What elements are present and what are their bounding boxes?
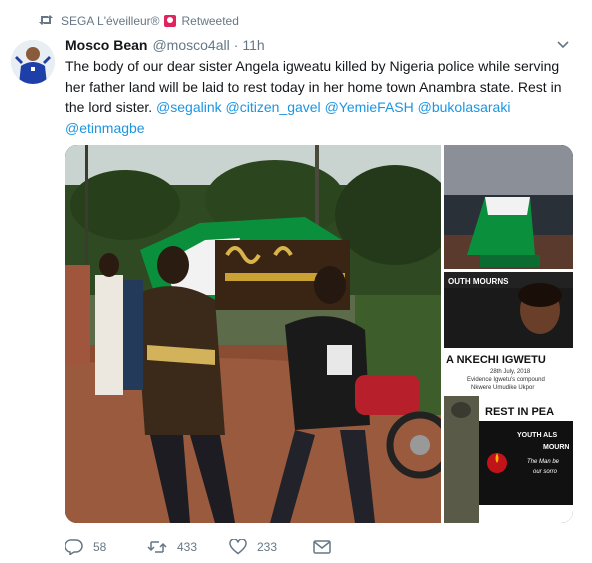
author-handle[interactable]: @mosco4all bbox=[152, 37, 229, 53]
poster2-title: REST IN PEA bbox=[485, 406, 554, 418]
retweet-icon bbox=[39, 14, 53, 29]
mention-link[interactable]: @YemieFASH bbox=[325, 99, 414, 115]
mention-link[interactable]: @bukolasaraki bbox=[418, 99, 511, 115]
mention-link[interactable]: @etinmagbe bbox=[65, 120, 145, 136]
media-grid[interactable]: OUTH MOURNS A NKECHI IGWETU 28th July, 2… bbox=[65, 145, 573, 523]
like-count: 233 bbox=[257, 540, 278, 554]
retweet-icon bbox=[147, 541, 167, 553]
envelope-icon bbox=[313, 540, 331, 554]
poster2-line4: our sorro bbox=[533, 469, 558, 475]
avatar[interactable] bbox=[11, 40, 55, 84]
reply-icon bbox=[65, 539, 83, 555]
reply-count: 58 bbox=[93, 540, 107, 554]
direct-message-button[interactable] bbox=[313, 540, 341, 554]
timestamp[interactable]: 11h bbox=[242, 37, 264, 53]
mention-link[interactable]: @segalink bbox=[156, 99, 222, 115]
like-button[interactable]: 233 bbox=[229, 539, 313, 555]
poster2-line1: YOUTH ALS bbox=[517, 432, 558, 439]
poster-venue-1: Evidence Igwetu's compound bbox=[467, 377, 545, 383]
retweet-count: 433 bbox=[177, 540, 198, 554]
poster2-footer: REST IN PEA bbox=[489, 508, 552, 519]
mention-link[interactable]: @citizen_gavel bbox=[226, 99, 321, 115]
heart-icon bbox=[229, 539, 247, 555]
poster-rest-in-peace[interactable]: REST IN PEA YOUTH ALS MOURN The Man be o… bbox=[444, 396, 573, 523]
alarm-badge-icon bbox=[163, 15, 176, 27]
retweet-button[interactable]: 433 bbox=[147, 539, 229, 555]
poster-memorial[interactable]: OUTH MOURNS A NKECHI IGWETU 28th July, 2… bbox=[444, 272, 573, 393]
tweet-actions: 58 433 233 bbox=[65, 536, 341, 558]
poster-name: A NKECHI IGWETU bbox=[446, 354, 546, 366]
retweeted-label: Retweeted bbox=[181, 14, 239, 28]
poster-venue-2: Nkwere Umudike Ukpor bbox=[471, 385, 534, 391]
photo-draped-coffin[interactable] bbox=[444, 145, 573, 269]
chevron-down-icon[interactable] bbox=[556, 38, 570, 52]
photo-funeral-procession[interactable] bbox=[65, 145, 455, 523]
poster2-line3: The Man be bbox=[527, 459, 560, 465]
separator: · bbox=[233, 37, 239, 53]
poster-top-text: OUTH MOURNS bbox=[448, 277, 509, 286]
retweeter-name[interactable]: SEGA L'éveilleur® bbox=[61, 14, 160, 28]
tweet-text: The body of our dear sister Angela igwea… bbox=[65, 56, 573, 138]
poster2-line2: MOURN bbox=[543, 444, 569, 451]
reply-button[interactable]: 58 bbox=[65, 539, 147, 555]
tweet[interactable]: SEGA L'éveilleur® Retweeted Mosco Bean @… bbox=[0, 0, 592, 563]
author-name[interactable]: Mosco Bean bbox=[65, 37, 147, 53]
poster-date: 28th July, 2018 bbox=[490, 369, 531, 375]
tweet-header: Mosco Bean @mosco4all · 11h bbox=[65, 37, 572, 55]
retweet-context: SEGA L'éveilleur® Retweeted bbox=[39, 12, 239, 30]
media-svg: OUTH MOURNS A NKECHI IGWETU 28th July, 2… bbox=[65, 145, 573, 523]
